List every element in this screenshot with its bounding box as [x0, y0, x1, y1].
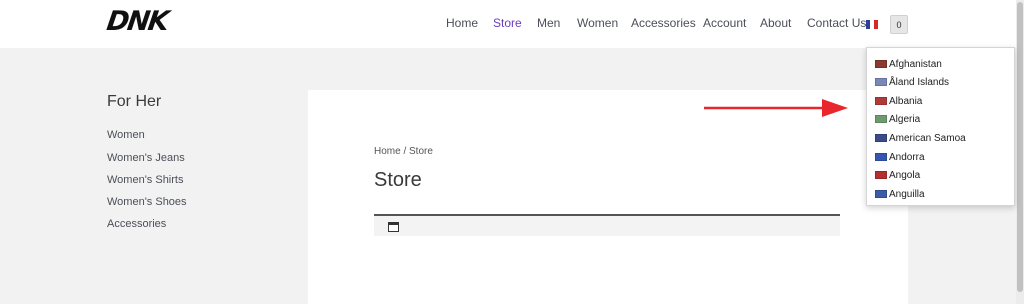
- american-samoa-flag-icon: [875, 134, 887, 142]
- store-toolbar: [374, 214, 840, 236]
- sidebar-link-womens-jeans[interactable]: Women's Jeans: [107, 152, 185, 164]
- breadcrumb: Home / Store: [374, 146, 433, 157]
- country-name: Åland Islands: [889, 76, 950, 88]
- country-dropdown: Afghanistan Åland Islands Albania Algeri…: [866, 47, 1015, 206]
- country-option-algeria[interactable]: Algeria: [875, 112, 920, 126]
- nav-item-men[interactable]: Men: [537, 16, 560, 30]
- country-name: Afghanistan: [889, 58, 942, 70]
- country-option-angola[interactable]: Angola: [875, 168, 920, 182]
- country-option-american-samoa[interactable]: American Samoa: [875, 131, 966, 145]
- nav-item-contact-us[interactable]: Contact Us: [807, 16, 866, 30]
- country-name: American Samoa: [889, 132, 966, 144]
- nav-item-accessories[interactable]: Accessories: [631, 16, 696, 30]
- albania-flag-icon: [875, 97, 887, 105]
- main-content: Home / Store Store: [308, 90, 908, 304]
- sidebar-link-women[interactable]: Women: [107, 129, 145, 141]
- sidebar-link-accessories[interactable]: Accessories: [107, 218, 166, 230]
- nav-item-home[interactable]: Home: [446, 16, 478, 30]
- nav-item-women[interactable]: Women: [577, 16, 618, 30]
- country-option-afghanistan[interactable]: Afghanistan: [875, 57, 942, 71]
- site-header: DNK Home Store Men Women Accessories Acc…: [0, 0, 1016, 48]
- andorra-flag-icon: [875, 153, 887, 161]
- nav-item-account[interactable]: Account: [703, 16, 746, 30]
- angola-flag-icon: [875, 171, 887, 179]
- scrollbar-thumb[interactable]: [1017, 2, 1023, 292]
- page-title: Store: [374, 169, 422, 191]
- country-name: Algeria: [889, 113, 921, 125]
- calendar-icon[interactable]: [388, 222, 399, 232]
- country-name: Anguilla: [889, 188, 925, 200]
- country-name: Angola: [889, 169, 921, 181]
- country-option-anguilla[interactable]: Anguilla: [875, 187, 925, 201]
- sidebar-link-womens-shoes[interactable]: Women's Shoes: [107, 196, 187, 208]
- sidebar-link-womens-shirts[interactable]: Women's Shirts: [107, 174, 183, 186]
- annotation-arrow: [704, 99, 848, 117]
- afghanistan-flag-icon: [875, 60, 887, 68]
- country-option-andorra[interactable]: Andorra: [875, 150, 925, 164]
- page-scrollbar[interactable]: [1016, 0, 1024, 304]
- algeria-flag-icon: [875, 115, 887, 123]
- language-flag-icon[interactable]: [866, 20, 878, 29]
- country-option-albania[interactable]: Albania: [875, 94, 922, 108]
- country-name: Andorra: [889, 151, 925, 163]
- sidebar-title: For Her: [107, 93, 162, 110]
- nav-item-about[interactable]: About: [760, 16, 791, 30]
- country-option-aland-islands[interactable]: Åland Islands: [875, 75, 949, 89]
- nav-item-store[interactable]: Store: [493, 16, 522, 30]
- anguilla-flag-icon: [875, 190, 887, 198]
- country-name: Albania: [889, 95, 923, 107]
- cart-button[interactable]: 0: [890, 15, 908, 34]
- site-logo[interactable]: DNK: [105, 6, 169, 37]
- aland-islands-flag-icon: [875, 78, 887, 86]
